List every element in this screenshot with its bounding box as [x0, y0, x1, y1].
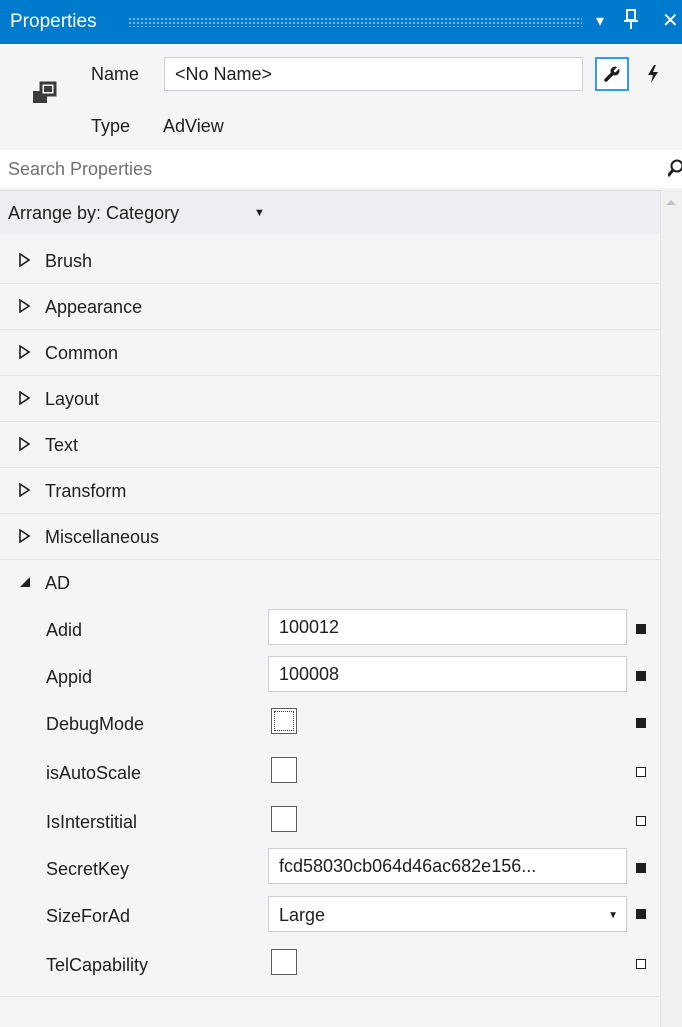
- sizeforad-select[interactable]: Large ▼: [268, 896, 627, 932]
- sizeforad-value: Large: [279, 905, 326, 925]
- expand-arrow-icon[interactable]: [18, 345, 32, 359]
- property-label-telcapability: TelCapability: [46, 955, 149, 975]
- property-marker-set[interactable]: [636, 909, 646, 919]
- category-label: Brush: [45, 251, 93, 271]
- category-label: Appearance: [45, 297, 143, 317]
- lightning-icon: [648, 65, 658, 83]
- name-label: Name: [91, 64, 140, 84]
- category-label: AD: [45, 573, 71, 593]
- element-type-icon: [13, 55, 77, 131]
- property-marker-default[interactable]: [636, 816, 646, 826]
- category-layout[interactable]: Layout: [0, 376, 660, 422]
- expand-arrow-icon[interactable]: [18, 529, 32, 543]
- category-brush[interactable]: Brush: [0, 238, 660, 284]
- vertical-scrollbar[interactable]: [660, 190, 682, 1027]
- type-label: Type: [91, 116, 131, 136]
- expand-arrow-icon[interactable]: [18, 437, 32, 451]
- isautoscale-checkbox[interactable]: [271, 757, 297, 783]
- category-transform[interactable]: Transform: [0, 468, 660, 514]
- expand-arrow-icon[interactable]: [18, 391, 32, 405]
- property-label-appid: Appid: [46, 667, 93, 687]
- category-label: Miscellaneous: [45, 527, 160, 547]
- property-marker-default[interactable]: [636, 959, 646, 969]
- property-label-secretkey: SecretKey: [46, 859, 130, 879]
- property-marker-default[interactable]: [636, 767, 646, 777]
- panel-title: Properties: [10, 11, 97, 32]
- property-label-adid: Adid: [46, 620, 83, 640]
- events-view-button[interactable]: [636, 57, 670, 91]
- property-label-sizeforad: SizeForAd: [46, 906, 131, 926]
- category-label: Common: [45, 343, 119, 363]
- property-marker-set[interactable]: [636, 718, 646, 728]
- window-position-button[interactable]: ▾: [596, 9, 604, 35]
- property-marker-set[interactable]: [636, 863, 646, 873]
- wrench-icon: [604, 65, 621, 82]
- expand-arrow-icon[interactable]: [18, 299, 32, 313]
- category-appearance[interactable]: Appearance: [0, 284, 660, 330]
- close-icon[interactable]: ✕: [662, 8, 679, 34]
- adid-input[interactable]: [268, 609, 627, 645]
- list-end-divider: [0, 996, 660, 997]
- collapse-arrow-icon[interactable]: [18, 575, 32, 589]
- category-label: Layout: [45, 389, 100, 409]
- category-miscellaneous[interactable]: Miscellaneous: [0, 514, 660, 560]
- chevron-down-icon: ▼: [254, 207, 265, 219]
- appid-input[interactable]: [268, 656, 627, 692]
- debugmode-checkbox[interactable]: [271, 708, 297, 734]
- expand-arrow-icon[interactable]: [18, 253, 32, 267]
- property-label-isinterstitial: IsInterstitial: [46, 812, 138, 832]
- arrange-by-dropdown[interactable]: Arrange by: Category ▼: [0, 190, 660, 234]
- properties-view-button[interactable]: [595, 57, 629, 91]
- search-bar: [0, 150, 682, 188]
- name-input[interactable]: [164, 57, 583, 91]
- type-value: AdView: [163, 116, 224, 136]
- category-label: Transform: [45, 481, 127, 501]
- property-label-isautoscale: isAutoScale: [46, 763, 142, 783]
- search-input[interactable]: [0, 150, 650, 188]
- secretkey-input[interactable]: [268, 848, 627, 884]
- property-marker-set[interactable]: [636, 624, 646, 634]
- pin-icon[interactable]: [624, 8, 638, 37]
- property-marker-set[interactable]: [636, 671, 646, 681]
- search-icon[interactable]: [668, 159, 682, 179]
- chevron-down-icon[interactable]: ▼: [608, 910, 618, 921]
- properties-titlebar: Properties ▾ ✕: [0, 0, 682, 44]
- category-label: Text: [45, 435, 79, 455]
- category-ad[interactable]: AD: [0, 560, 660, 606]
- property-label-debugmode: DebugMode: [46, 714, 145, 734]
- scroll-up-icon[interactable]: [666, 200, 676, 205]
- pin-icon-glyph: [624, 9, 638, 29]
- category-common[interactable]: Common: [0, 330, 660, 376]
- arrange-by-label: Arrange by: Category: [8, 203, 180, 223]
- isinterstitial-checkbox[interactable]: [271, 806, 297, 832]
- titlebar-grip[interactable]: [128, 17, 582, 27]
- expand-arrow-icon[interactable]: [18, 483, 32, 497]
- telcapability-checkbox[interactable]: [271, 949, 297, 975]
- category-text[interactable]: Text: [0, 422, 660, 468]
